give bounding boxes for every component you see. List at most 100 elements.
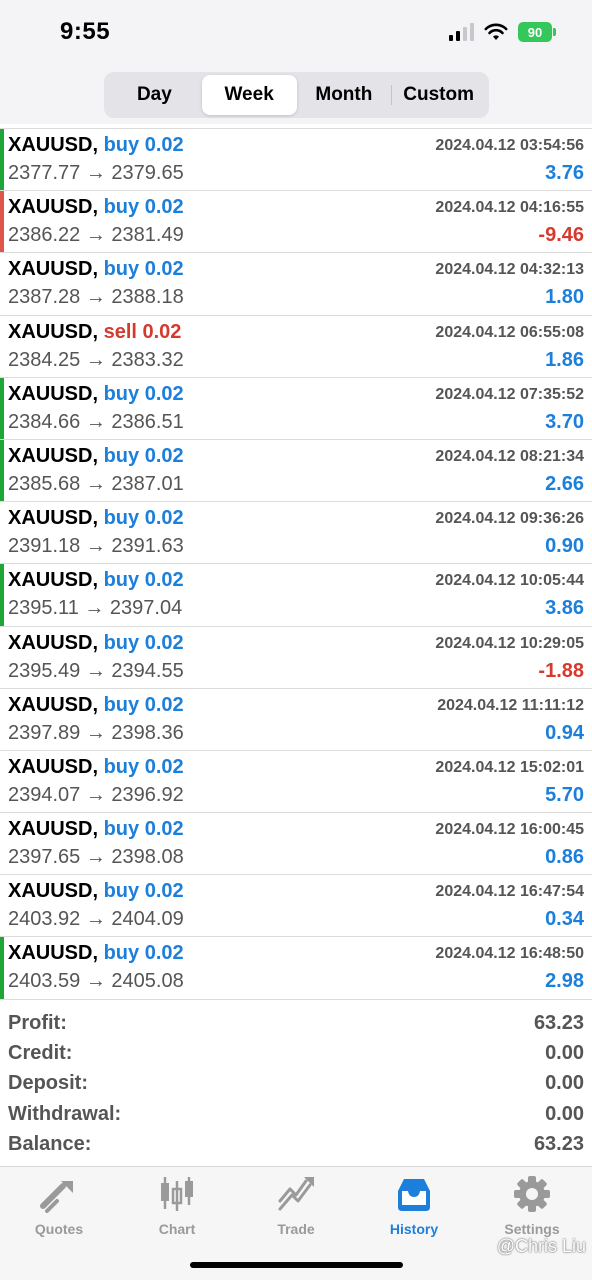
trade-title: XAUUSD, buy 0.02 (8, 880, 184, 903)
trade-symbol: XAUUSD, (8, 258, 99, 281)
trade-status-marker (0, 129, 4, 191)
trade-time: 2024.04.12 08:21:34 (435, 447, 584, 465)
summary-label: Profit: (8, 1011, 67, 1034)
trade-title: XAUUSD, buy 0.02 (8, 818, 184, 841)
trade-profit: 1.80 (545, 286, 584, 309)
trade-symbol: XAUUSD, (8, 818, 99, 841)
trade-row[interactable]: XAUUSD, buy 0.02 2024.04.12 11:11:12 2397.… (0, 689, 592, 751)
trade-title: XAUUSD, buy 0.02 (8, 632, 184, 655)
tab-month[interactable]: Month (297, 75, 392, 115)
trade-prices: 2385.68 → 2387.01 (8, 472, 184, 495)
battery-icon: 90 (518, 22, 556, 42)
tab-trade[interactable]: Trade (237, 1175, 355, 1245)
trade-profit: 3.70 (545, 410, 584, 433)
summary-row-credit: Credit: 0.00 (0, 1038, 592, 1068)
trade-time: 2024.04.12 10:29:05 (435, 634, 584, 652)
watermark: @Chris Liu (496, 1236, 586, 1256)
trade-status-marker (0, 937, 4, 999)
trade-prices: 2377.77 → 2379.65 (8, 162, 184, 184)
trade-row[interactable]: XAUUSD, buy 0.02 2024.04.12 08:21:34 2385.… (0, 439, 592, 503)
trade-profit: 1.86 (545, 348, 584, 371)
tab-label: History (389, 1221, 439, 1237)
trade-status-marker (0, 191, 4, 253)
trade-symbol: XAUUSD, (8, 196, 99, 219)
summary-label: Credit: (8, 1042, 73, 1065)
home-indicator[interactable] (190, 1262, 403, 1268)
trade-prices: 2397.65 → 2398.08 (8, 846, 184, 869)
period-selector: Day Week Month Custom (104, 72, 489, 118)
trade-prices: 2395.11 → 2397.04 (8, 597, 183, 620)
trade-prices: 2384.66 → 2386.51 (8, 410, 184, 433)
trade-time: 2024.04.12 11:11:12 (437, 696, 584, 714)
trade-row[interactable]: XAUUSD, buy 0.02 2024.04.12 09:36:26 2391.… (0, 502, 592, 565)
trade-row[interactable]: XAUUSD, sell 0.02 2024.04.12 06:55:08 2384… (0, 316, 592, 378)
account-summary: Profit: 63.23 Credit: 0.00 Deposit: 0.00… (0, 1008, 592, 1160)
trade-row[interactable]: XAUUSD, buy 0.02 2024.04.12 10:29:05 2395.… (0, 627, 592, 689)
history-icon (398, 1179, 430, 1211)
trade-side: buy 0.02 (103, 134, 184, 156)
trade-profit: 0.86 (545, 846, 584, 869)
trade-prices: 2395.49 → 2394.55 (8, 659, 184, 682)
trade-title: XAUUSD, buy 0.02 (8, 694, 184, 717)
trade-side: buy 0.02 (103, 880, 184, 903)
trade-row[interactable]: XAUUSD, buy 0.02 2024.04.12 04:16:55 2386.… (0, 191, 592, 254)
tab-history[interactable]: History (355, 1175, 473, 1245)
tab-week[interactable]: Week (201, 75, 297, 115)
trade-profit: -9.46 (538, 224, 584, 247)
wifi-icon (484, 23, 508, 40)
summary-row-profit: Profit: 63.23 (0, 1008, 592, 1038)
tab-label: Trade (277, 1221, 315, 1237)
tab-custom[interactable]: Custom (391, 75, 486, 115)
summary-value: 63.23 (533, 1011, 584, 1034)
trade-profit: 2.98 (545, 970, 584, 993)
summary-value: 63.23 (533, 1133, 584, 1156)
tab-quotes[interactable]: Quotes (0, 1175, 118, 1245)
cellular-signal-icon (449, 23, 474, 41)
header-area: 9:55 90 Day Week Month Custom (0, 0, 592, 124)
trade-side: sell 0.02 (103, 320, 182, 343)
trade-row[interactable]: XAUUSD, buy 0.02 2024.04.12 16:47:54 2403.… (0, 875, 592, 938)
trade-time: 2024.04.12 04:32:13 (435, 261, 584, 279)
status-time: 9:55 (60, 18, 111, 45)
summary-value: 0.00 (545, 1102, 584, 1125)
trade-symbol: XAUUSD, (8, 693, 99, 716)
chart-icon (161, 1177, 193, 1211)
trade-row[interactable]: XAUUSD, buy 0.02 2024.04.12 15:02:01 2394.… (0, 751, 592, 814)
trade-row[interactable]: XAUUSD, buy 0.02 2024.04.12 03:54:56 2377.… (0, 129, 592, 192)
trade-row[interactable]: XAUUSD, buy 0.02 2024.04.12 04:32:13 2387.… (0, 253, 592, 316)
trade-side: buy 0.02 (103, 382, 184, 405)
tab-settings[interactable]: Settings (473, 1175, 591, 1245)
trade-profit: 2.66 (545, 472, 584, 495)
trade-prices: 2403.59 → 2405.08 (8, 970, 184, 993)
tab-label: Quotes (34, 1221, 84, 1237)
trade-status-marker (0, 439, 4, 502)
tab-chart[interactable]: Chart (118, 1175, 236, 1245)
trade-title: XAUUSD, buy 0.02 (8, 507, 184, 530)
trade-title: XAUUSD, buy 0.02 (8, 134, 184, 157)
trade-symbol: XAUUSD, (8, 755, 99, 778)
summary-value: 0.00 (545, 1042, 584, 1065)
quotes-icon (40, 1181, 73, 1213)
trade-side: buy 0.02 (103, 507, 184, 530)
trade-status-marker (0, 377, 4, 439)
trade-profit: 5.70 (545, 783, 584, 806)
trade-title: XAUUSD, sell 0.02 (8, 321, 181, 344)
trade-time: 2024.04.12 07:35:52 (435, 385, 584, 403)
trade-side: buy 0.02 (103, 693, 184, 716)
trade-time: 2024.04.12 16:48:50 (435, 945, 584, 963)
trade-symbol: XAUUSD, (8, 134, 99, 156)
trade-row[interactable]: XAUUSD, buy 0.02 2024.04.12 16:00:45 2397.… (0, 813, 592, 876)
trade-row[interactable]: XAUUSD, buy 0.02 2024.04.12 07:35:52 2384.… (0, 377, 592, 440)
summary-row-deposit: Deposit: 0.00 (0, 1069, 592, 1099)
trade-history-list: XAUUSD, buy 0.02 2024.04.12 03:54:56 2377.… (0, 128, 592, 1000)
trade-symbol: XAUUSD, (8, 320, 99, 343)
trade-profit: 0.90 (545, 535, 584, 558)
summary-value: 0.00 (545, 1072, 584, 1095)
battery-level: 90 (527, 24, 543, 40)
tab-day[interactable]: Day (107, 75, 202, 115)
trade-row[interactable]: XAUUSD, buy 0.02 2024.04.12 16:48:50 2403.… (0, 937, 592, 1000)
trade-title: XAUUSD, buy 0.02 (8, 942, 184, 965)
trade-time: 2024.04.12 03:54:56 (435, 137, 584, 154)
trade-profit: 0.34 (545, 908, 584, 931)
trade-row[interactable]: XAUUSD, buy 0.02 2024.04.12 10:05:44 2395.… (0, 564, 592, 627)
